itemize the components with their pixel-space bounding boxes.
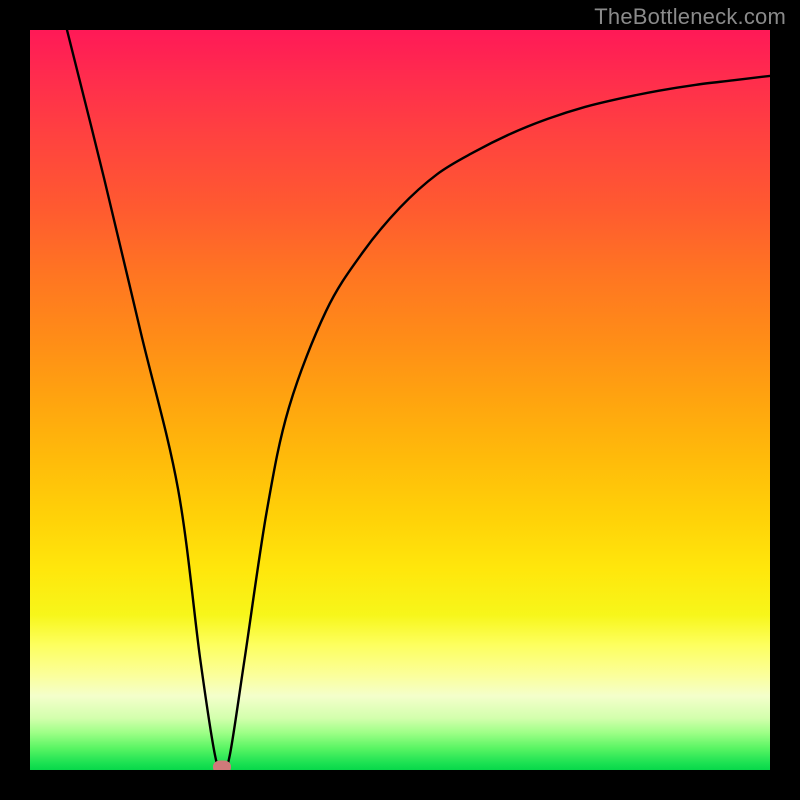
plot-area — [30, 30, 770, 770]
watermark-text: TheBottleneck.com — [594, 4, 786, 30]
chart-frame: TheBottleneck.com — [0, 0, 800, 800]
minimum-marker — [213, 761, 231, 771]
bottleneck-curve — [67, 30, 770, 770]
curve-svg — [30, 30, 770, 770]
